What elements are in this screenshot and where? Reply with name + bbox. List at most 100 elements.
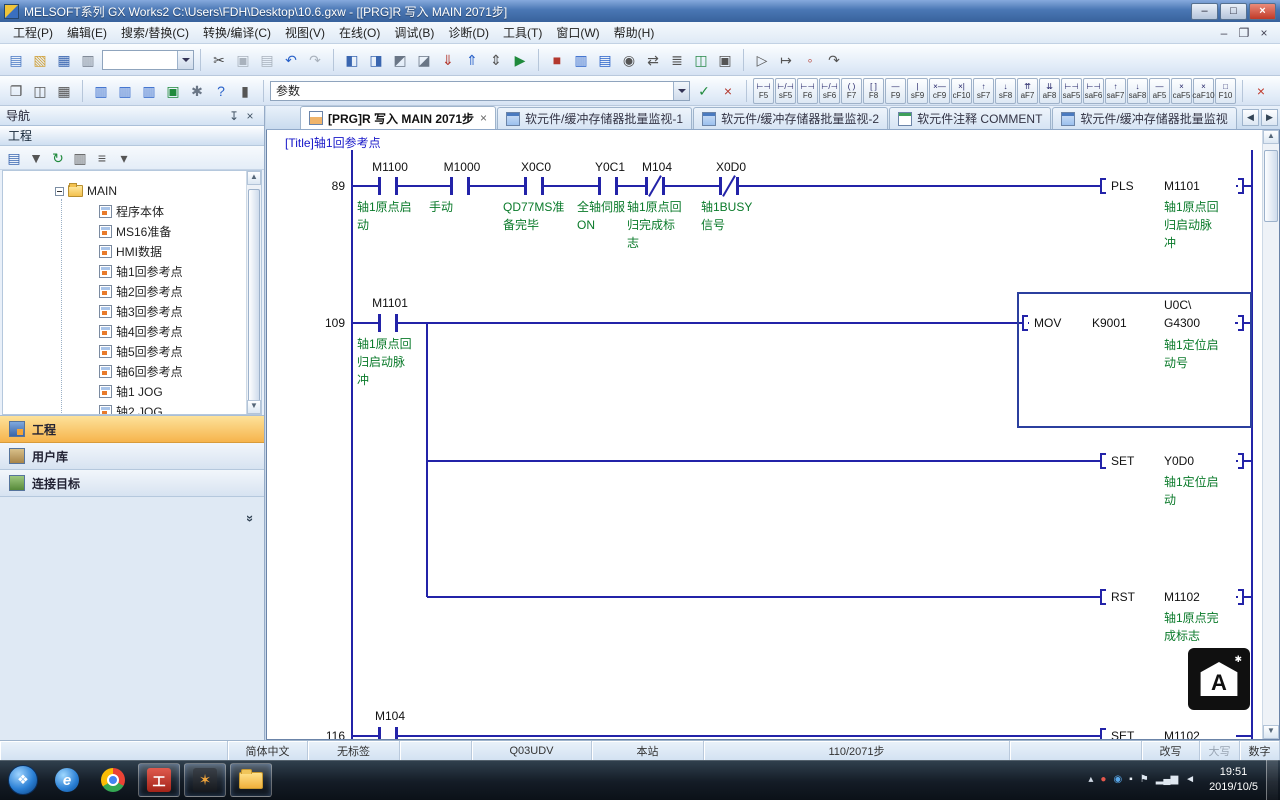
pin-icon[interactable]: ↧ bbox=[226, 109, 242, 123]
save-project-icon[interactable]: ▦ bbox=[52, 48, 76, 72]
device-batch-monitor-icon[interactable]: ▥ bbox=[569, 48, 593, 72]
project-combo[interactable] bbox=[102, 50, 194, 70]
menu-item-编辑(E)[interactable]: 编辑(E) bbox=[60, 21, 114, 44]
delete-column-icon[interactable]: × bbox=[1273, 79, 1280, 103]
fkey-aF5[interactable]: —aF5 bbox=[1149, 78, 1170, 104]
parameter-combo[interactable]: 参数 bbox=[270, 81, 690, 101]
device-list-icon[interactable]: ≣ bbox=[665, 48, 689, 72]
minimize-button[interactable]: – bbox=[1191, 3, 1218, 20]
scroll-down-icon[interactable]: ▼ bbox=[1263, 725, 1279, 739]
menu-item-在线(O)[interactable]: 在线(O) bbox=[332, 21, 387, 44]
contact-X0C0[interactable] bbox=[524, 177, 544, 195]
statistics-icon[interactable]: ▮ bbox=[233, 79, 257, 103]
buffer-memory-monitor-icon[interactable]: ▤ bbox=[593, 48, 617, 72]
close-button[interactable]: × bbox=[1249, 3, 1276, 20]
tree-item-轴3回参考点[interactable]: 轴3回参考点 bbox=[3, 301, 261, 321]
editor-scroll-thumb[interactable] bbox=[1264, 150, 1278, 222]
open-project-icon[interactable]: ▧ bbox=[28, 48, 52, 72]
fkey-aF7[interactable]: ⇈aF7 bbox=[1017, 78, 1038, 104]
instruction-pls[interactable]: PLS bbox=[1110, 179, 1135, 193]
document-tab[interactable]: [PRG]R 写入 MAIN 2071步× bbox=[300, 106, 496, 129]
device-monitor-1-icon[interactable]: ▥ bbox=[89, 79, 113, 103]
red-app-button[interactable]: 工 bbox=[138, 763, 180, 797]
contact-nc-X0D0[interactable] bbox=[719, 177, 739, 195]
start-button[interactable]: ❖ bbox=[8, 765, 38, 795]
document-tab[interactable]: 软元件/缓冲存储器批量监视-1 bbox=[497, 107, 692, 129]
monitor-start-icon[interactable]: ▶ bbox=[508, 48, 532, 72]
tree-item-轴6回参考点[interactable]: 轴6回参考点 bbox=[3, 361, 261, 381]
menu-item-工具(T)[interactable]: 工具(T) bbox=[496, 21, 549, 44]
fkey-aF8[interactable]: ⇊aF8 bbox=[1039, 78, 1060, 104]
intelligent-function-icon[interactable]: ◪ bbox=[412, 48, 436, 72]
watch-window-icon[interactable]: ◉ bbox=[617, 48, 641, 72]
fkey-sF7[interactable]: ↑sF7 bbox=[973, 78, 994, 104]
tree-item-轴1回参考点[interactable]: 轴1回参考点 bbox=[3, 261, 261, 281]
refresh-icon[interactable]: ↻ bbox=[48, 148, 68, 168]
close-icon[interactable]: × bbox=[242, 109, 258, 123]
scroll-up-icon[interactable]: ▲ bbox=[247, 171, 261, 185]
ladder-editor-canvas[interactable]: [Title]轴1回参考点 89 M1100 轴1原点启 动 M1000 手动 … bbox=[267, 130, 1262, 739]
tree-scroll-thumb[interactable] bbox=[248, 189, 260, 415]
filter-icon[interactable]: ▥ bbox=[70, 148, 90, 168]
document-tab[interactable]: 软元件注释 COMMENT bbox=[889, 107, 1051, 129]
contact-Y0C1[interactable] bbox=[598, 177, 618, 195]
tree-root-main[interactable]: MAIN bbox=[3, 181, 261, 201]
scroll-up-icon[interactable]: ▲ bbox=[1263, 130, 1279, 144]
chevron-more-icon[interactable]: » bbox=[243, 515, 258, 522]
menu-item-调试(B)[interactable]: 调试(B) bbox=[387, 21, 441, 44]
fkey-F5[interactable]: ⊢⊣F5 bbox=[753, 78, 774, 104]
paste-icon[interactable]: ▤ bbox=[255, 48, 279, 72]
fkey-caF10[interactable]: ×caF10 bbox=[1193, 78, 1214, 104]
fkey-F8[interactable]: [ ]F8 bbox=[863, 78, 884, 104]
fkey-saF8[interactable]: ↓saF8 bbox=[1127, 78, 1148, 104]
sampling-trace-icon[interactable]: ◫ bbox=[689, 48, 713, 72]
menu-item-诊断(D)[interactable]: 诊断(D) bbox=[441, 21, 496, 44]
mdi-close-button[interactable]: × bbox=[1256, 26, 1272, 40]
menu-item-帮助(H)[interactable]: 帮助(H) bbox=[607, 21, 662, 44]
redo-icon[interactable]: ↷ bbox=[303, 48, 327, 72]
contact-M1101[interactable] bbox=[378, 314, 398, 332]
menu-item-转换/编译(C)[interactable]: 转换/编译(C) bbox=[196, 21, 278, 44]
cut-icon[interactable]: ✂ bbox=[207, 48, 231, 72]
tree-item-轴2回参考点[interactable]: 轴2回参考点 bbox=[3, 281, 261, 301]
delete-row-icon[interactable]: × bbox=[1249, 79, 1273, 103]
instruction-set[interactable]: SET bbox=[1110, 454, 1135, 468]
menu-item-视图(V)[interactable]: 视图(V) bbox=[278, 21, 332, 44]
fkey-F7[interactable]: ( )F7 bbox=[841, 78, 862, 104]
help-icon[interactable]: ? bbox=[209, 79, 233, 103]
document-tab[interactable]: 软元件/缓冲存储器批量监视-2 bbox=[693, 107, 888, 129]
plc-diagnostics-icon[interactable]: ▣ bbox=[713, 48, 737, 72]
nav-button-连接目标[interactable]: 连接目标 bbox=[0, 470, 264, 497]
break-point-icon[interactable]: ◦ bbox=[798, 48, 822, 72]
taskbar-clock[interactable]: 19:51 2019/10/5 bbox=[1201, 765, 1266, 796]
device-monitor-2-icon[interactable]: ▥ bbox=[113, 79, 137, 103]
fkey-sF5[interactable]: ⊢/⊣sF5 bbox=[775, 78, 796, 104]
apply-parameter-icon[interactable]: ✓ bbox=[692, 79, 716, 103]
fkey-sF9[interactable]: |sF9 bbox=[907, 78, 928, 104]
fkey-saF7[interactable]: ↑saF7 bbox=[1105, 78, 1126, 104]
mdi-restore-button[interactable]: ❐ bbox=[1236, 26, 1252, 40]
copy-icon[interactable]: ▣ bbox=[231, 48, 255, 72]
clear-parameter-icon[interactable]: × bbox=[716, 79, 740, 103]
tree-item-轴1 JOG[interactable]: 轴1 JOG bbox=[3, 381, 261, 401]
monitor-stop-icon[interactable]: ■ bbox=[545, 48, 569, 72]
tree-scrollbar[interactable]: ▲ ▼ bbox=[246, 171, 261, 414]
tab-scroll-left-icon[interactable]: ◀ bbox=[1242, 109, 1259, 126]
tree-item-HMI数据[interactable]: HMI数据 bbox=[3, 241, 261, 261]
tray-red-icon[interactable]: ● bbox=[1100, 775, 1106, 785]
fkey-sF6[interactable]: ⊢/⊣sF6 bbox=[819, 78, 840, 104]
settings-icon[interactable]: ✱ bbox=[185, 79, 209, 103]
network-icon[interactable]: ▂▄▆ bbox=[1156, 775, 1178, 785]
fkey-F9[interactable]: —F9 bbox=[885, 78, 906, 104]
tray-flag-icon[interactable]: ⚑ bbox=[1140, 775, 1149, 785]
write-to-plc-icon[interactable]: ⇓ bbox=[436, 48, 460, 72]
fkey-sF8[interactable]: ↓sF8 bbox=[995, 78, 1016, 104]
instruction-set[interactable]: SET bbox=[1110, 729, 1135, 739]
tray-help-icon[interactable]: ◉ bbox=[1113, 775, 1122, 785]
verify-with-plc-icon[interactable]: ⇕ bbox=[484, 48, 508, 72]
tree-item-MS16准备[interactable]: MS16准备 bbox=[3, 221, 261, 241]
editor-vertical-scrollbar[interactable]: ▲ ▼ bbox=[1262, 130, 1279, 739]
contact-M104[interactable] bbox=[378, 727, 398, 739]
combo-dropdown-icon[interactable] bbox=[177, 51, 193, 69]
docking-window-icon[interactable]: ▦ bbox=[52, 79, 76, 103]
